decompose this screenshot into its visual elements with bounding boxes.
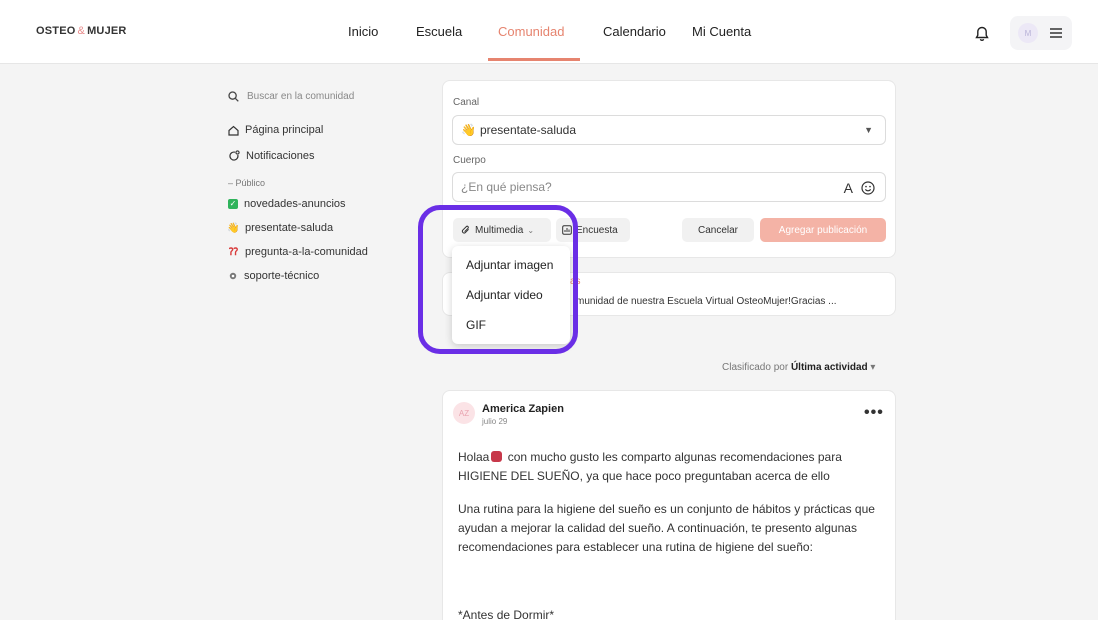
- sidebar-section-public[interactable]: – Público: [228, 178, 265, 188]
- emoji-icon: [491, 451, 503, 462]
- cancel-button[interactable]: Cancelar: [682, 218, 754, 242]
- section-label: – Público: [228, 178, 266, 188]
- waving-hand-icon: 👋: [461, 123, 476, 137]
- sidebar-item-novedades-anuncios[interactable]: ✓ novedades-anuncios: [228, 198, 346, 210]
- bell-icon: [975, 26, 989, 41]
- sidebar-item-label: Página principal: [245, 124, 324, 136]
- channel-value: presentate-saluda: [479, 123, 577, 137]
- gear-icon: [229, 272, 237, 280]
- top-navigation-bar: OSTEO & MUJER Inicio Escuela Comunidad Cal…: [0, 0, 1098, 64]
- notification-icon: [229, 150, 240, 161]
- sort-selector[interactable]: Clasificado por Última actividad ▾: [722, 362, 875, 373]
- avatar: M: [1018, 23, 1038, 43]
- avatar[interactable]: AZ: [453, 402, 475, 424]
- logo-right: MUJER: [87, 25, 127, 37]
- emoji-icon[interactable]: [861, 181, 875, 195]
- body-placeholder: ¿En qué piensa?: [461, 180, 552, 194]
- channel-select[interactable]: 👋 presentate-saluda ▼: [452, 115, 886, 145]
- poll-label: Encuesta: [576, 224, 618, 236]
- sort-prefix: Clasificado por: [722, 362, 789, 373]
- attach-video-option[interactable]: Adjuntar video: [452, 280, 570, 310]
- post-date: julio 29: [482, 417, 508, 426]
- sidebar-item-notifications[interactable]: Notificaciones: [228, 150, 314, 162]
- community-search[interactable]: Buscar en la comunidad: [218, 84, 398, 108]
- more-options-icon[interactable]: •••: [864, 404, 884, 422]
- pinned-post-title: as: [570, 276, 581, 287]
- chevron-down-icon: ⌄: [527, 225, 535, 235]
- multimedia-label: Multimedia: [475, 224, 524, 236]
- attach-image-option[interactable]: Adjuntar imagen: [452, 250, 570, 280]
- post-author[interactable]: America Zapien: [482, 403, 564, 415]
- search-placeholder: Buscar en la comunidad: [247, 90, 355, 102]
- nav-comunidad[interactable]: Comunidad: [498, 24, 565, 39]
- active-tab-indicator: [488, 58, 580, 61]
- post-body-input[interactable]: ¿En qué piensa? A: [452, 172, 886, 202]
- multimedia-dropdown: Adjuntar imagen Adjuntar video GIF: [452, 246, 570, 344]
- post-paragraph-1: Holaa con mucho gusto les comparto algun…: [458, 448, 888, 486]
- sidebar-item-label: novedades-anuncios: [244, 198, 346, 210]
- sidebar-item-pregunta-a-la-comunidad[interactable]: ⁇ pregunta-a-la-comunidad: [228, 246, 368, 258]
- caret-down-icon: ▾: [870, 362, 876, 373]
- poll-icon: [562, 225, 572, 235]
- nav-calendario[interactable]: Calendario: [603, 24, 666, 39]
- search-icon: [228, 90, 239, 102]
- waving-hand-icon: 👋: [227, 222, 240, 234]
- sidebar-item-label: pregunta-a-la-comunidad: [245, 246, 368, 258]
- sidebar-item-label: soporte-técnico: [244, 270, 320, 282]
- text-format-icon[interactable]: A: [844, 180, 853, 196]
- gif-option[interactable]: GIF: [452, 310, 570, 340]
- post-text: con mucho gusto les comparto algunas rec…: [458, 450, 842, 483]
- publish-button[interactable]: Agregar publicación: [760, 218, 886, 242]
- pinned-post-excerpt: munidad de nuestra Escuela Virtual Osteo…: [576, 296, 837, 307]
- multimedia-button[interactable]: Multimedia ⌄: [453, 218, 551, 242]
- notifications-button[interactable]: [968, 20, 996, 48]
- post-text: Holaa: [458, 450, 490, 464]
- sort-value: Última actividad: [790, 362, 868, 373]
- logo-amp: &: [77, 25, 86, 37]
- nav-inicio[interactable]: Inicio: [348, 24, 378, 39]
- body-label: Cuerpo: [453, 155, 486, 166]
- brand-logo[interactable]: OSTEO & MUJER: [36, 25, 127, 37]
- sidebar-item-label: Notificaciones: [246, 150, 315, 162]
- home-icon: [228, 125, 239, 136]
- user-menu-button[interactable]: M: [1010, 16, 1072, 50]
- post-paragraph-2: Una rutina para la higiene del sueño es …: [458, 502, 875, 554]
- sidebar-item-label: presentate-saluda: [245, 222, 334, 234]
- check-square-icon: ✓: [228, 199, 238, 209]
- sidebar-item-home[interactable]: Página principal: [228, 124, 323, 136]
- question-marks-icon: ⁇: [228, 246, 239, 258]
- post-paragraph-3: *Antes de Dormir*: [458, 608, 555, 620]
- logo-left: OSTEO: [36, 25, 76, 37]
- hamburger-menu-icon: [1050, 28, 1062, 38]
- sidebar-item-presentate-saluda[interactable]: 👋 presentate-saluda: [227, 222, 334, 234]
- paperclip-icon: [461, 225, 469, 234]
- nav-mi-cuenta[interactable]: Mi Cuenta: [692, 24, 751, 39]
- nav-escuela[interactable]: Escuela: [416, 24, 462, 39]
- sidebar-item-soporte-tecnico[interactable]: soporte-técnico: [228, 270, 319, 282]
- poll-button[interactable]: Encuesta: [556, 218, 630, 242]
- chevron-down-icon: ▼: [864, 125, 873, 135]
- channel-label: Canal: [453, 97, 480, 108]
